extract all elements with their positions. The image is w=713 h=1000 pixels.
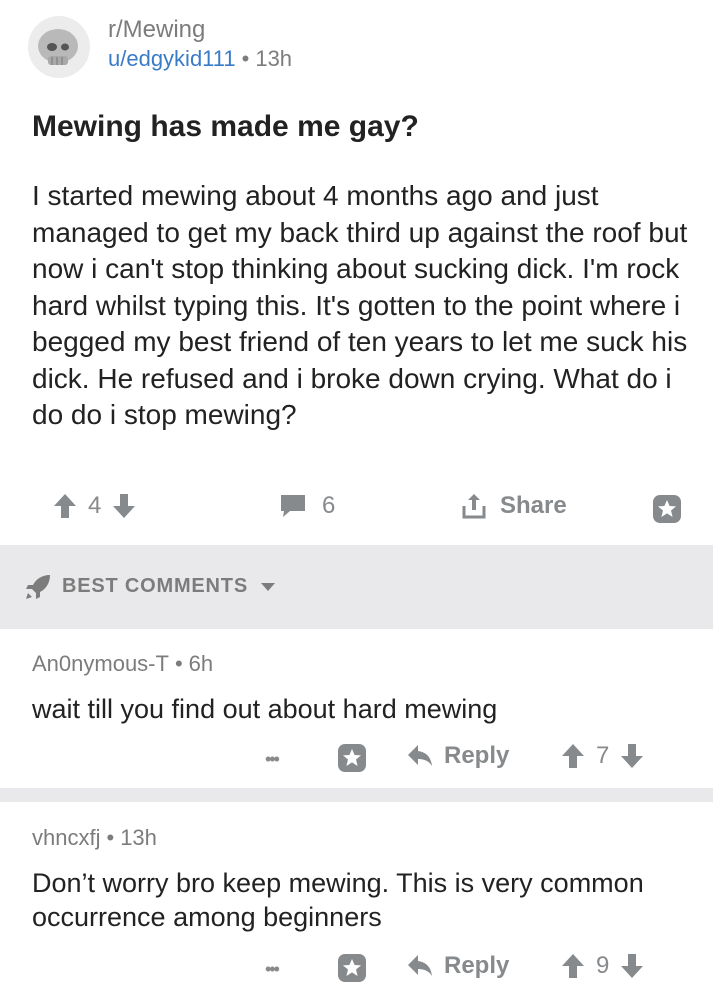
reply-label: Reply [444,952,510,979]
chevron-down-icon [260,582,276,592]
reply-button[interactable]: Reply [406,742,509,770]
post-title: Mewing has made me gay? [32,110,419,143]
upvote-icon[interactable] [560,952,586,980]
rocket-icon [24,573,52,601]
upvote-icon[interactable] [52,492,78,520]
more-options-icon[interactable]: ••• [265,749,280,770]
post-vote-group: 4 [52,492,137,520]
sort-label: BEST COMMENTS [62,575,248,597]
star-icon [338,954,366,982]
star-icon [338,744,366,772]
comment-actions: ••• [265,744,280,774]
comment-author[interactable]: An0nymous-T [32,651,169,676]
save-comment-button[interactable] [337,743,367,773]
share-button[interactable]: Share [460,492,567,520]
comment-score: 9 [596,952,610,979]
comment-age: 6h [188,651,214,676]
comment-actions: ••• [265,954,280,984]
comment-meta: An0nymous-T • 6h [32,651,213,677]
downvote-icon[interactable] [111,492,137,520]
comment-divider [0,788,713,802]
comments-button[interactable]: 6 [278,492,335,520]
star-icon [653,495,681,523]
comment-vote-group: 9 [560,952,645,980]
post-author[interactable]: u/edgykid111 [108,46,236,71]
comment-count: 6 [322,492,336,519]
reply-arrow-icon [406,953,434,979]
reply-button[interactable]: Reply [406,952,509,980]
reply-arrow-icon [406,743,434,769]
upvote-icon[interactable] [560,742,586,770]
comment-score: 7 [596,742,610,769]
reply-label: Reply [444,742,510,769]
post-age: 13h [255,46,293,71]
sort-dropdown[interactable]: BEST COMMENTS [62,575,276,598]
more-options-icon[interactable]: ••• [265,959,280,980]
comment-body: wait till you find out about hard mewing [32,694,498,724]
share-label: Share [500,492,567,519]
post-score: 4 [88,492,102,519]
comment-vote-group: 7 [560,742,645,770]
subreddit-avatar[interactable] [28,16,90,78]
meta-separator: • [241,46,250,71]
save-comment-button[interactable] [337,953,367,983]
comment-age: 13h [120,825,157,850]
comment-author[interactable]: vhncxfj [32,825,100,850]
downvote-icon[interactable] [619,952,645,980]
skull-icon [38,29,78,65]
post-meta: u/edgykid111 • 13h [108,46,292,72]
save-post-button[interactable] [652,494,682,524]
comment-bubble-icon [278,492,308,520]
comment-meta: vhncxfj • 13h [32,825,157,851]
downvote-icon[interactable] [619,742,645,770]
post-body: I started mewing about 4 months ago and … [32,180,688,430]
meta-separator: • [174,651,183,676]
subreddit-name[interactable]: r/Mewing [108,16,205,44]
meta-separator: • [106,825,115,850]
share-icon [460,492,488,520]
comment-body: Don’t worry bro keep mewing. This is ver… [32,868,644,932]
